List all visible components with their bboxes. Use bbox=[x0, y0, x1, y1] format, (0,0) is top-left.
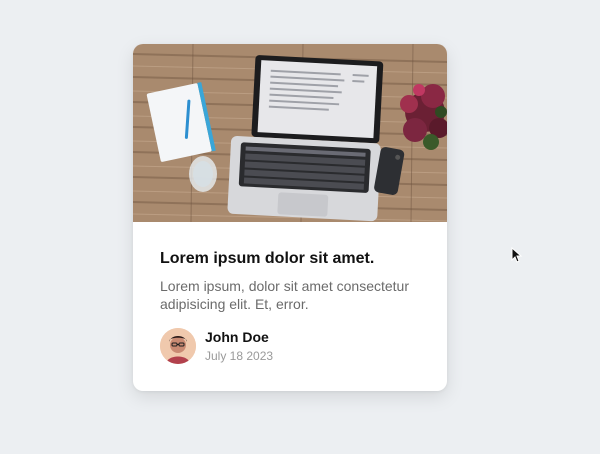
author-avatar bbox=[160, 328, 196, 364]
card-title: Lorem ipsum dolor sit amet. bbox=[160, 250, 375, 267]
post-date: July 18 2023 bbox=[205, 349, 274, 363]
card-image bbox=[133, 44, 447, 222]
card-description: Lorem ipsum, dolor sit amet consectetur … bbox=[160, 278, 409, 312]
laptop-desk-photo-icon bbox=[133, 44, 447, 222]
blog-card[interactable]: Lorem ipsum dolor sit amet. Lorem ipsum,… bbox=[133, 44, 447, 391]
author-name: John Doe bbox=[205, 329, 269, 345]
user-avatar-icon bbox=[160, 328, 196, 364]
mouse-pointer-icon bbox=[511, 246, 523, 263]
